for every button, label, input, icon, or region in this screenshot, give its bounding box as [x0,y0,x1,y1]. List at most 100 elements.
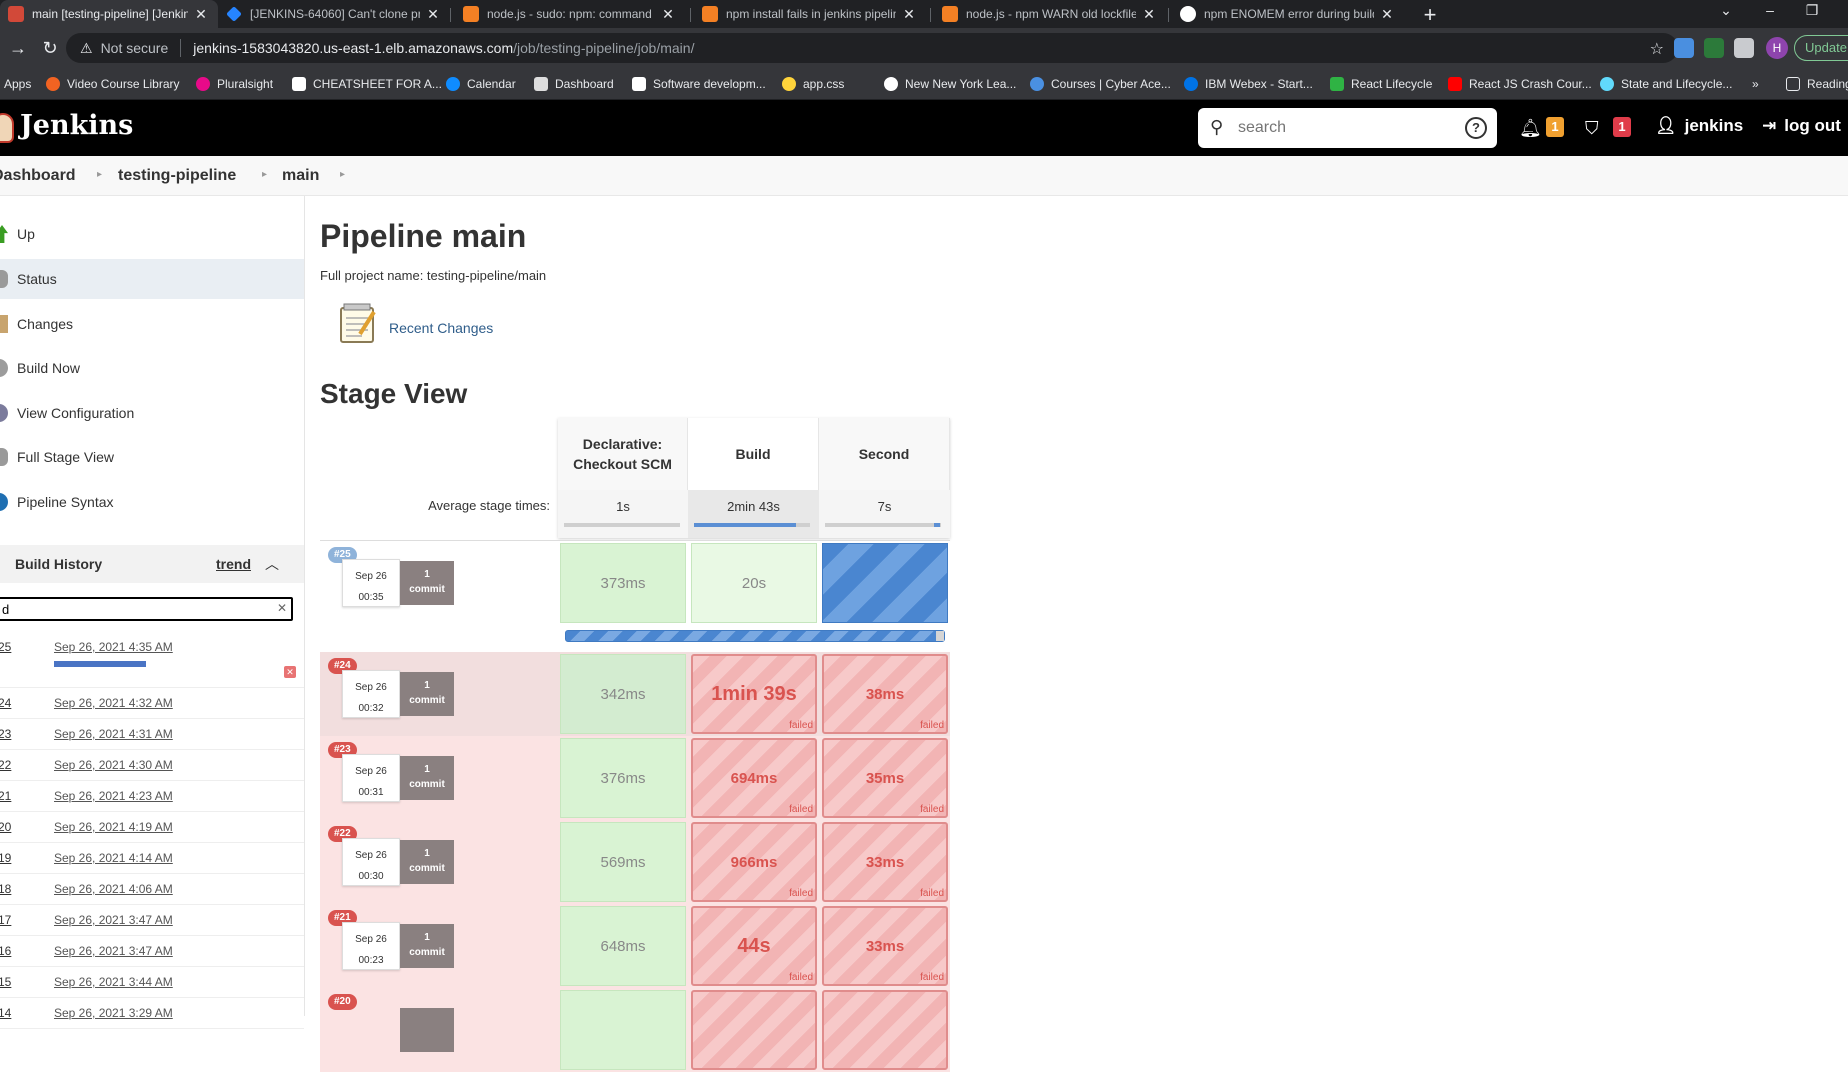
build-number-link[interactable]: 18 [0,882,11,896]
stage-header-second[interactable]: Second [819,418,950,490]
close-icon[interactable]: ✕ [426,6,440,23]
build-date-link[interactable]: Sep 26, 2021 4:35 AM [54,640,173,654]
user-menu[interactable]: 👤︎ jenkins [1655,116,1743,136]
restore-icon[interactable]: ❐ [1800,2,1824,19]
bookmark-apps[interactable]: Apps [4,75,31,93]
build-number-link[interactable]: 15 [0,975,11,989]
build-number-link[interactable]: 14 [0,1006,11,1020]
bell-icon[interactable]: 🔔︎ [1519,118,1542,139]
commit-button[interactable] [400,1008,454,1052]
build-number-link[interactable]: 24 [0,696,11,710]
profile-avatar[interactable]: H [1766,37,1788,59]
task-up[interactable]: Up [0,214,304,254]
stage-cell[interactable] [560,990,686,1070]
build-date-link[interactable]: Sep 26, 2021 3:44 AM [54,975,173,989]
stage-header-build[interactable]: Build [688,418,819,490]
build-date-link[interactable]: Sep 26, 2021 3:47 AM [54,913,173,927]
stage-cell-running[interactable] [822,543,948,623]
stage-cell-failed[interactable]: 38ms failed [822,654,948,734]
build-date-link[interactable]: Sep 26, 2021 4:19 AM [54,820,173,834]
browser-tab-jenkins[interactable]: main [testing-pipeline] [Jenkins] ✕ [0,0,218,28]
forward-icon[interactable]: → [6,36,30,60]
security-shield-icon[interactable]: ⛉ [1585,118,1599,139]
bookmark-react-lifecycle[interactable]: React Lifecycle [1330,75,1432,93]
stage-cell-failed[interactable]: 33ms failed [822,822,948,902]
browser-tab-github[interactable]: npm ENOMEM error during build ✕ [1172,0,1404,28]
reload-icon[interactable]: ↻ [38,36,62,60]
build-filter-input[interactable] [0,599,266,619]
bookmark-software-development[interactable]: Software developm... [632,75,766,93]
commit-button[interactable]: 1 commit [400,924,454,968]
jenkins-title[interactable]: Jenkins [20,110,133,141]
trend-link[interactable]: trend [216,556,251,572]
browser-tab-stackoverflow-3[interactable]: node.js - npm WARN old lockfile ✕ [934,0,1166,28]
build-date-link[interactable]: Sep 26, 2021 4:23 AM [54,789,173,803]
minimize-icon[interactable]: – [1758,2,1782,18]
bookmark-app-css[interactable]: app.css [782,75,844,93]
close-icon[interactable]: ✕ [1142,6,1156,23]
task-view-configuration[interactable]: View Configuration [0,393,304,433]
commit-button[interactable]: 1 commit [400,840,454,884]
update-button[interactable]: Update [1794,35,1848,61]
stage-cell-failed[interactable]: 35ms failed [822,738,948,818]
task-pipeline-syntax[interactable]: Pipeline Syntax [0,482,304,522]
build-number-link[interactable]: 21 [0,789,11,803]
clear-icon[interactable]: ✕ [277,601,287,615]
stage-cell[interactable]: 342ms [560,654,686,734]
close-icon[interactable]: ✕ [194,6,208,23]
chevron-right-icon[interactable]: ▸ [97,169,102,180]
address-bar[interactable]: ⚠ Not secure jenkins-1583043820.us-east-… [66,33,1678,63]
jenkins-logo-icon[interactable] [0,113,14,143]
bookmark-new-york[interactable]: New New York Lea... [884,75,1016,93]
bookmark-cheatsheet[interactable]: CHEATSHEET FOR A... [292,75,442,93]
build-progress-bar[interactable] [54,661,146,667]
stage-cell-failed[interactable]: 966ms failed [691,822,817,902]
recent-changes-link[interactable]: Recent Changes [389,320,493,336]
stage-cell[interactable]: 373ms [560,543,686,623]
stage-cell-failed[interactable]: 694ms failed [691,738,817,818]
notification-badge[interactable]: 1 [1546,117,1564,137]
bookmark-calendar[interactable]: Calendar [446,75,516,93]
breadcrumb-testing-pipeline[interactable]: testing-pipeline [118,167,236,185]
logout-link[interactable]: ⇥ log out [1762,116,1841,136]
help-icon[interactable]: ? [1465,117,1487,139]
puzzle-icon[interactable] [1734,38,1754,58]
stage-cell-failed[interactable] [822,990,948,1070]
stage-cell-failed[interactable]: 1min 39s failed [691,654,817,734]
chevron-up-icon[interactable]: ︿ [265,554,279,574]
build-date-link[interactable]: Sep 26, 2021 4:31 AM [54,727,173,741]
build-number-link[interactable]: 16 [0,944,11,958]
stage-cell-failed[interactable]: 33ms failed [822,906,948,986]
commit-button[interactable]: 1 commit [400,672,454,716]
extension-icon[interactable] [1704,38,1724,58]
breadcrumb-dashboard[interactable]: Dashboard [0,167,76,185]
build-date-link[interactable]: Sep 26, 2021 3:47 AM [54,944,173,958]
bookmark-pluralsight[interactable]: Pluralsight [196,75,273,93]
run-badge[interactable]: #20 [328,994,357,1010]
chevron-right-icon[interactable]: ▸ [340,169,345,180]
build-date-link[interactable]: Sep 26, 2021 4:14 AM [54,851,173,865]
bookmark-react-crash-course[interactable]: React JS Crash Cour... [1448,75,1592,93]
close-icon[interactable]: ✕ [661,6,675,23]
security-badge[interactable]: 1 [1613,117,1631,137]
bookmark-video-course-library[interactable]: Video Course Library [46,75,180,93]
chevron-right-icon[interactable]: ▸ [262,169,267,180]
build-date-link[interactable]: Sep 26, 2021 4:32 AM [54,696,173,710]
commit-button[interactable]: 1 commit [400,756,454,800]
stage-cell[interactable]: 376ms [560,738,686,818]
task-status[interactable]: Status [0,259,304,299]
bookmark-cyber-aces[interactable]: Courses | Cyber Ace... [1030,75,1171,93]
search-input[interactable] [1238,117,1458,139]
stage-cell[interactable]: 569ms [560,822,686,902]
stage-header-checkout[interactable]: Declarative: Checkout SCM [558,418,688,490]
build-number-link[interactable]: 22 [0,758,11,772]
stage-cell-failed[interactable]: 44s failed [691,906,817,986]
build-date-link[interactable]: Sep 26, 2021 4:30 AM [54,758,173,772]
build-date-link[interactable]: Sep 26, 2021 3:29 AM [54,1006,173,1020]
more-bookmarks-icon[interactable]: » [1752,75,1759,93]
browser-tab-jira[interactable]: [JENKINS-64060] Can't clone priv ✕ [218,0,450,28]
stage-cell[interactable]: 648ms [560,906,686,986]
reading-list[interactable]: Reading [1786,75,1848,93]
build-number-link[interactable]: 19 [0,851,11,865]
breadcrumb-main[interactable]: main [282,167,319,185]
